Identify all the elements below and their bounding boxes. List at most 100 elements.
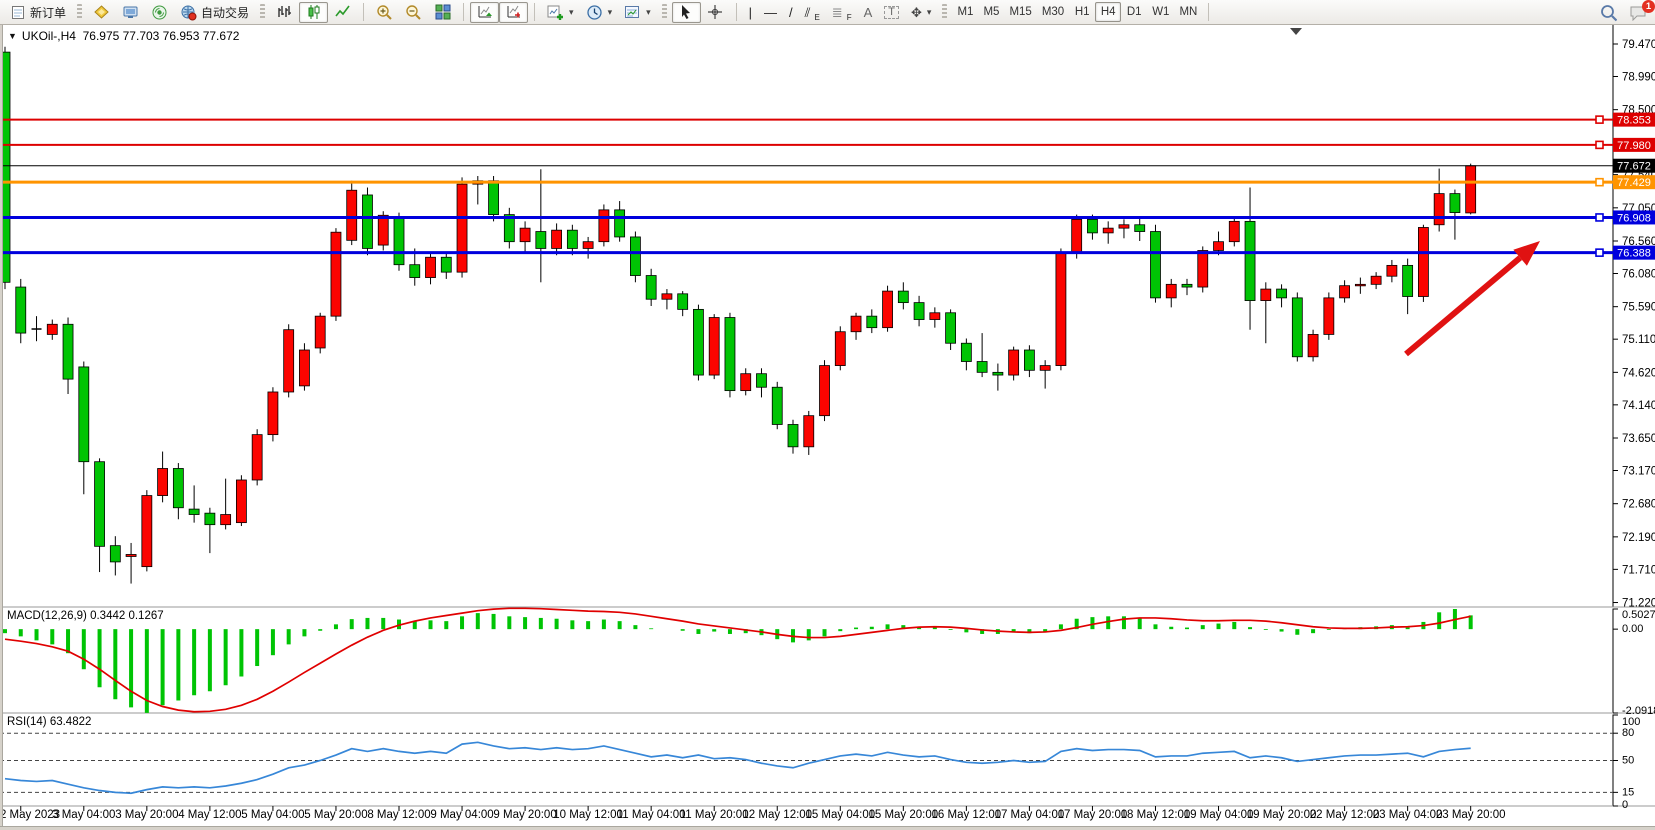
notifications-button[interactable]: 1 [1627, 4, 1649, 21]
chart-title-text: UKOil-,H4 76.975 77.703 76.953 77.672 [22, 29, 240, 43]
tf-button-mn[interactable]: MN [1174, 2, 1202, 22]
trendline-icon: / [789, 6, 793, 19]
toolbar-drag-handle[interactable] [942, 4, 947, 20]
candle-body [426, 257, 436, 277]
hline-handle[interactable] [1596, 249, 1603, 256]
metaeditor-button[interactable] [87, 2, 116, 23]
candle-body [347, 190, 357, 240]
new-order-button[interactable]: 新订单 [3, 2, 72, 23]
window-bottom-edge [0, 826, 1655, 830]
tile-windows-button[interactable] [428, 2, 457, 23]
candle-body [1308, 334, 1318, 356]
bar-chart-button[interactable] [270, 2, 299, 23]
tf-button-m5[interactable]: M5 [978, 2, 1004, 22]
auto-scroll-button[interactable] [470, 2, 499, 23]
text-tool-button[interactable]: A [858, 2, 879, 23]
hline-handle[interactable] [1596, 116, 1603, 123]
indicators-dropdown-caret[interactable]: ▾ [569, 7, 574, 18]
candle-body [1024, 350, 1034, 370]
price-axis-tick-label: 76.080 [1622, 269, 1655, 281]
expert-advisors-button[interactable] [116, 2, 145, 23]
tf-button-m15[interactable]: M15 [1004, 2, 1036, 22]
candle-body [946, 313, 956, 343]
tf-button-h4[interactable]: H4 [1095, 2, 1121, 22]
candle-body [1040, 366, 1050, 371]
search-icon[interactable] [1600, 4, 1617, 21]
tf-button-w1[interactable]: W1 [1147, 2, 1174, 22]
candle-body [457, 184, 467, 272]
candle-body [1056, 253, 1066, 365]
fibonacci-tool-button[interactable]: ≣F [826, 2, 858, 23]
candle-body [79, 367, 89, 462]
arrows-dropdown-caret[interactable]: ▾ [927, 7, 932, 18]
candlestick-chart-button[interactable] [299, 2, 328, 23]
candle-body [284, 330, 294, 392]
line-chart-button[interactable] [328, 2, 357, 23]
horizontal-line-tool-button[interactable]: — [758, 2, 783, 23]
tf-button-m30[interactable]: M30 [1037, 2, 1069, 22]
candle-body [47, 324, 57, 334]
price-chart-canvas[interactable]: 79.47078.99078.50078.01077.54077.05076.5… [0, 25, 1655, 830]
channel-tool-button[interactable]: ⫽E [799, 2, 826, 23]
candle-body [1450, 194, 1460, 213]
toolbar-drag-handle[interactable] [662, 4, 667, 20]
price-axis-tick-label: 78.990 [1622, 71, 1655, 83]
candle-body [1009, 350, 1019, 375]
tf-button-m1[interactable]: M1 [952, 2, 978, 22]
macd-indicator-label: MACD(12,26,9) 0.3442 0.1267 [7, 610, 164, 622]
trendline-tool-button[interactable]: / [783, 2, 799, 23]
candle [1418, 225, 1428, 302]
candle [1292, 292, 1302, 361]
candle-body [599, 210, 609, 242]
periods-button[interactable]: ▾ [580, 2, 619, 23]
toolbar-drag-handle[interactable] [260, 4, 265, 20]
date-axis-label: 23 May 04:00 [1373, 809, 1443, 821]
templates-dropdown-caret[interactable]: ▾ [646, 7, 651, 18]
date-axis-label: 17 May 20:00 [1058, 809, 1128, 821]
arrows-tool-button[interactable]: ✥ ▾ [905, 2, 937, 23]
zoom-in-icon [376, 4, 393, 21]
chart-title: ▼ UKOil-,H4 76.975 77.703 76.953 77.672 [8, 29, 239, 43]
chart-title-dropdown-icon[interactable]: ▼ [8, 31, 17, 41]
candle-body [142, 496, 152, 567]
vertical-line-tool-button[interactable]: | [743, 2, 758, 23]
date-axis-label: 3 May 20:00 [115, 809, 178, 821]
candle-body [158, 468, 168, 495]
auto-trading-button[interactable]: 自动交易 [174, 2, 255, 23]
chart-shift-button[interactable] [499, 2, 528, 23]
fibonacci-icon: ≣ [832, 6, 843, 19]
candle-body [1166, 284, 1176, 298]
templates-button[interactable]: ▾ [618, 2, 657, 23]
hline-handle[interactable] [1596, 179, 1603, 186]
date-axis-label: 2 May 2023 [0, 809, 60, 821]
hline-handle[interactable] [1596, 214, 1603, 221]
candle-body [772, 387, 782, 424]
hline-handle[interactable] [1596, 141, 1603, 148]
candle [1150, 225, 1160, 303]
candle-body [583, 242, 593, 249]
candle-body [678, 294, 688, 310]
zoom-out-button[interactable] [399, 2, 428, 23]
candle-body [1340, 286, 1350, 298]
candle-body [315, 316, 325, 348]
new-order-icon [9, 4, 26, 21]
macd-axis-label: 0.00 [1622, 623, 1643, 635]
crosshair-tool-button[interactable] [701, 2, 730, 23]
candle-body [883, 291, 893, 328]
candle-body [993, 372, 1003, 375]
rsi-indicator-label: RSI(14) 63.4822 [7, 716, 91, 728]
tf-button-d1[interactable]: D1 [1121, 2, 1147, 22]
toolbar-drag-handle[interactable] [77, 4, 82, 20]
indicators-button[interactable]: ▾ [541, 2, 580, 23]
candle-body [520, 228, 530, 242]
signals-button[interactable] [145, 2, 174, 23]
text-label-tool-button[interactable]: T [878, 2, 905, 23]
periods-dropdown-caret[interactable]: ▾ [608, 7, 613, 18]
candle-body [1103, 228, 1113, 233]
tf-button-h1[interactable]: H1 [1069, 2, 1095, 22]
zoom-in-button[interactable] [370, 2, 399, 23]
candle-body [1135, 225, 1145, 232]
candle-body [1292, 298, 1302, 357]
candle-body [1324, 298, 1334, 335]
cursor-tool-button[interactable] [672, 2, 701, 23]
